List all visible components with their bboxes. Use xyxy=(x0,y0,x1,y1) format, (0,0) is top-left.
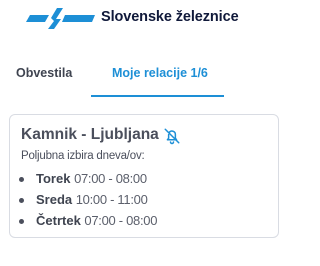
schedule-item: Četrtek 07:00 - 08:00 xyxy=(19,213,157,234)
schedule-time: 07:00 - 08:00 xyxy=(74,171,147,186)
route-title: Kamnik - Ljubljana xyxy=(21,126,159,143)
bullet-icon xyxy=(19,177,24,182)
route-card[interactable]: Kamnik - Ljubljana Poljubna izbira dneva… xyxy=(9,114,279,238)
active-tab-indicator xyxy=(91,95,224,97)
bullet-icon xyxy=(19,198,24,203)
bullet-icon xyxy=(19,219,24,224)
bell-off-icon[interactable] xyxy=(163,127,181,145)
app-header: Slovenske železnice xyxy=(0,0,265,40)
schedule-day: Torek xyxy=(36,171,75,186)
schedule-day: Sreda xyxy=(36,192,76,207)
schedule-day: Četrtek xyxy=(36,213,85,228)
schedule-list: Torek 07:00 - 08:00 Sreda 10:00 - 11:00 … xyxy=(19,171,157,234)
schedule-time: 07:00 - 08:00 xyxy=(84,213,158,228)
tab-my-routes[interactable]: Moje relacije 1/6 xyxy=(112,66,208,80)
page: Slovenske železnice Obvestila Moje relac… xyxy=(0,0,279,266)
tab-bar: Obvestila Moje relacije 1/6 xyxy=(0,56,265,98)
day-selection-label: Poljubna izbira dneva/ov: xyxy=(21,150,145,162)
sz-logo-icon xyxy=(26,8,95,29)
schedule-time: 10:00 - 11:00 xyxy=(75,192,148,207)
brand-name: Slovenske železnice xyxy=(101,9,239,25)
schedule-item: Torek 07:00 - 08:00 xyxy=(19,171,157,192)
schedule-item: Sreda 10:00 - 11:00 xyxy=(19,192,157,213)
tab-notices[interactable]: Obvestila xyxy=(16,66,72,80)
